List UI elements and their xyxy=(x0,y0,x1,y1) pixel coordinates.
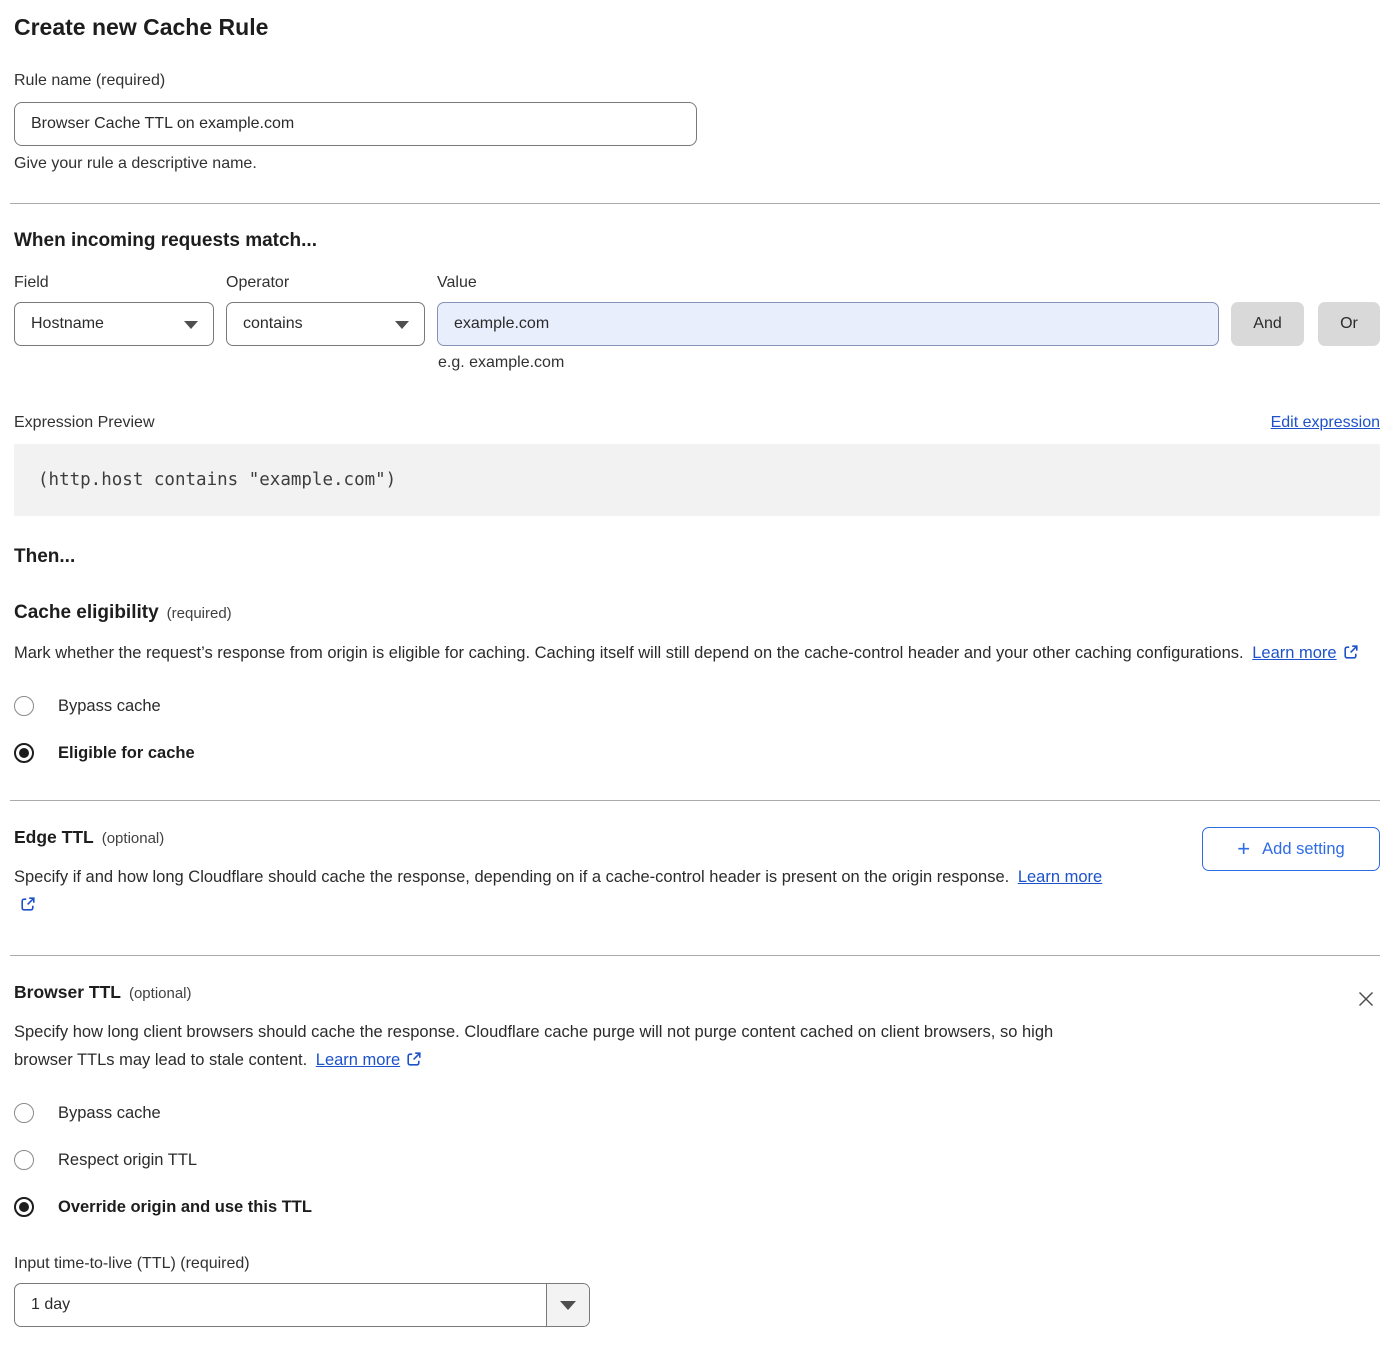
operator-select[interactable]: contains xyxy=(226,302,425,346)
close-browser-ttl-button[interactable] xyxy=(1352,986,1380,1014)
radio-browser-bypass-cache[interactable]: Bypass cache xyxy=(14,1103,1380,1123)
ttl-select[interactable]: 1 day xyxy=(14,1283,590,1327)
chevron-down-icon xyxy=(395,321,409,329)
expression-code-block: (http.host contains "example.com") xyxy=(14,444,1380,516)
add-setting-button[interactable]: + Add setting xyxy=(1202,827,1380,871)
radio-selected-icon xyxy=(14,1197,34,1217)
value-input[interactable]: example.com xyxy=(437,302,1219,346)
expression-preview-label: Expression Preview xyxy=(14,414,155,432)
value-input-value: example.com xyxy=(454,315,549,333)
operator-select-value: contains xyxy=(243,315,303,333)
and-button[interactable]: And xyxy=(1231,302,1304,346)
radio-icon xyxy=(14,696,34,716)
learn-more-link[interactable]: Learn more xyxy=(1252,644,1336,662)
radio-eligible-for-cache[interactable]: Eligible for cache xyxy=(14,743,1380,763)
learn-more-link[interactable]: Learn more xyxy=(1018,868,1102,886)
cache-eligibility-qualifier: (required) xyxy=(167,605,232,622)
learn-more-link[interactable]: Learn more xyxy=(316,1051,400,1069)
radio-bypass-cache[interactable]: Bypass cache xyxy=(14,696,1380,716)
expression-code: (http.host contains "example.com") xyxy=(38,470,396,490)
cache-eligibility-description: Mark whether the request’s response from… xyxy=(14,639,1359,669)
edge-ttl-title: Edge TTL xyxy=(14,827,94,848)
then-heading: Then... xyxy=(14,546,1380,568)
external-link-icon xyxy=(20,893,36,921)
create-cache-rule-form: Create new Cache Rule Rule name (require… xyxy=(0,0,1400,1327)
divider xyxy=(10,955,1380,956)
or-button[interactable]: Or xyxy=(1318,302,1380,346)
radio-icon xyxy=(14,1150,34,1170)
edit-expression-link[interactable]: Edit expression xyxy=(1271,414,1380,432)
cache-eligibility-title: Cache eligibility xyxy=(14,602,159,624)
ttl-input-label: Input time-to-live (TTL) (required) xyxy=(14,1255,1380,1273)
external-link-icon xyxy=(1343,641,1359,669)
rule-name-helper: Give your rule a descriptive name. xyxy=(14,155,1380,173)
field-select-value: Hostname xyxy=(31,315,104,333)
rule-name-label: Rule name (required) xyxy=(14,72,1380,90)
chevron-down-icon xyxy=(184,321,198,329)
external-link-icon xyxy=(406,1048,422,1076)
field-select[interactable]: Hostname xyxy=(14,302,214,346)
radio-override-origin-ttl[interactable]: Override origin and use this TTL xyxy=(14,1197,1380,1217)
radio-respect-origin-ttl[interactable]: Respect origin TTL xyxy=(14,1150,1380,1170)
rule-name-value: Browser Cache TTL on example.com xyxy=(31,115,294,133)
radio-selected-icon xyxy=(14,743,34,763)
edge-ttl-qualifier: (optional) xyxy=(102,830,165,847)
radio-icon xyxy=(14,1103,34,1123)
browser-ttl-description: Specify how long client browsers should … xyxy=(14,1018,1109,1076)
field-label: Field xyxy=(14,274,226,292)
divider xyxy=(10,203,1380,204)
close-icon xyxy=(1355,988,1377,1013)
operator-label: Operator xyxy=(226,274,437,292)
page-title: Create new Cache Rule xyxy=(14,13,1380,41)
browser-ttl-qualifier: (optional) xyxy=(129,985,192,1002)
browser-ttl-title: Browser TTL xyxy=(14,982,121,1003)
match-section-heading: When incoming requests match... xyxy=(14,230,1380,252)
divider xyxy=(10,800,1380,801)
ttl-select-value: 1 day xyxy=(15,1284,546,1326)
plus-icon: + xyxy=(1237,838,1250,860)
value-label: Value xyxy=(437,274,477,292)
chevron-down-icon xyxy=(546,1284,589,1326)
value-helper: e.g. example.com xyxy=(438,354,1380,372)
rule-name-input[interactable]: Browser Cache TTL on example.com xyxy=(14,102,697,146)
edge-ttl-description: Specify if and how long Cloudflare shoul… xyxy=(14,863,1109,921)
